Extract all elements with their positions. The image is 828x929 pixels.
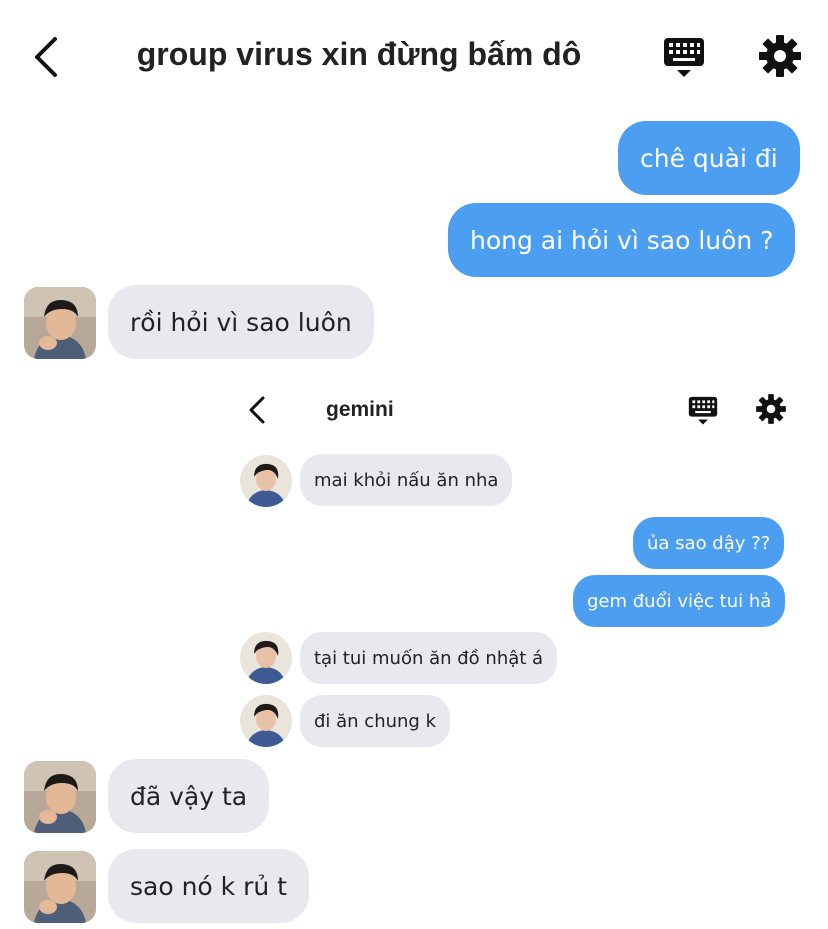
embedded-settings-button[interactable]	[754, 392, 788, 426]
gear-icon	[759, 35, 801, 77]
embedded-chat-header: gemini	[236, 384, 796, 436]
avatar[interactable]	[24, 761, 96, 833]
chat-title: group virus xin đừng bấm dô	[136, 36, 582, 72]
embedded-chat-title: gemini	[326, 398, 394, 421]
avatar[interactable]	[24, 851, 96, 923]
keyboard-icon	[688, 396, 718, 425]
avatar[interactable]	[240, 455, 292, 507]
message-bubble-outgoing[interactable]: chê quài đi	[618, 121, 800, 195]
message-bubble-incoming[interactable]: đi ăn chung k	[300, 695, 451, 747]
avatar[interactable]	[240, 695, 292, 747]
back-icon	[35, 37, 57, 77]
message-bubble-incoming[interactable]: sao nó k rủ t	[108, 849, 309, 923]
back-button[interactable]	[26, 34, 66, 80]
chat-header: group virus xin đừng bấm dô	[0, 0, 828, 112]
avatar[interactable]	[240, 632, 292, 684]
message-bubble-incoming[interactable]: mai khỏi nấu ăn nha	[300, 454, 513, 506]
avatar[interactable]	[24, 287, 96, 359]
gear-icon	[756, 394, 786, 424]
settings-button[interactable]	[756, 32, 804, 80]
message-bubble-outgoing[interactable]: hong ai hỏi vì sao luôn ?	[448, 203, 796, 277]
message-bubble-incoming[interactable]: đã vậy ta	[108, 759, 270, 833]
keyboard-button[interactable]	[660, 34, 708, 82]
embedded-keyboard-button[interactable]	[686, 394, 720, 428]
embedded-back-button[interactable]	[242, 392, 272, 428]
message-bubble-outgoing[interactable]: gem đuổi việc tui hả	[573, 575, 786, 627]
message-bubble-outgoing[interactable]: ủa sao dậy ??	[633, 517, 785, 569]
back-icon	[249, 396, 265, 424]
keyboard-icon	[664, 38, 704, 77]
message-bubble-incoming[interactable]: tại tui muốn ăn đồ nhật á	[300, 632, 558, 684]
message-bubble-incoming[interactable]: rồi hỏi vì sao luôn	[108, 285, 374, 359]
